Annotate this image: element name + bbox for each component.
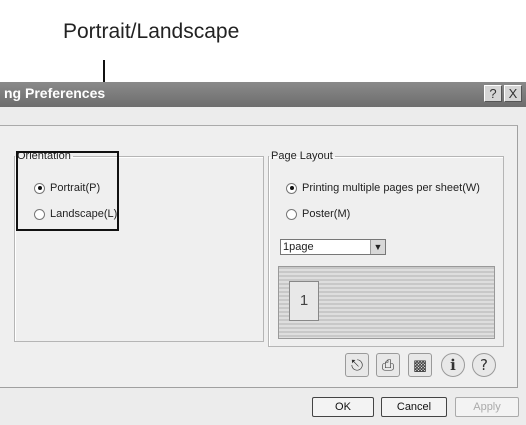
layout-preview: 1 bbox=[278, 266, 495, 339]
ok-button[interactable]: OK bbox=[312, 397, 374, 417]
poster-label: Poster(M) bbox=[302, 208, 351, 220]
apply-button[interactable]: Apply bbox=[455, 397, 519, 417]
poster-radio[interactable] bbox=[286, 208, 297, 220]
pages-per-sheet-select[interactable]: 1page ▼ bbox=[280, 239, 386, 255]
cancel-button[interactable]: Cancel bbox=[381, 397, 447, 417]
multiple-pages-option[interactable]: Printing multiple pages per sheet(W) bbox=[286, 182, 480, 194]
title-bar: ng Preferences ? X bbox=[0, 82, 526, 107]
multiple-pages-label: Printing multiple pages per sheet(W) bbox=[302, 182, 480, 194]
print-preview-icon[interactable]: ⎋ bbox=[345, 353, 369, 377]
chevron-down-icon[interactable]: ▼ bbox=[370, 240, 385, 254]
callout-highlight-box bbox=[16, 151, 119, 231]
preview-page: 1 bbox=[289, 281, 319, 321]
help-icon[interactable]: ? bbox=[472, 353, 496, 377]
poster-option[interactable]: Poster(M) bbox=[286, 208, 350, 220]
help-title-button[interactable]: ? bbox=[484, 85, 502, 102]
toolbox-icon[interactable]: ▩ bbox=[408, 353, 432, 377]
multiple-pages-radio[interactable] bbox=[286, 182, 297, 194]
window-title: ng Preferences bbox=[4, 85, 106, 101]
callout-label: Portrait/Landscape bbox=[63, 20, 240, 43]
info-icon[interactable]: ℹ bbox=[441, 353, 465, 377]
printer-icon[interactable]: ⎙ bbox=[376, 353, 400, 377]
page-layout-legend: Page Layout bbox=[271, 150, 333, 162]
pages-per-sheet-value: 1page bbox=[283, 241, 314, 253]
close-button[interactable]: X bbox=[504, 85, 522, 102]
